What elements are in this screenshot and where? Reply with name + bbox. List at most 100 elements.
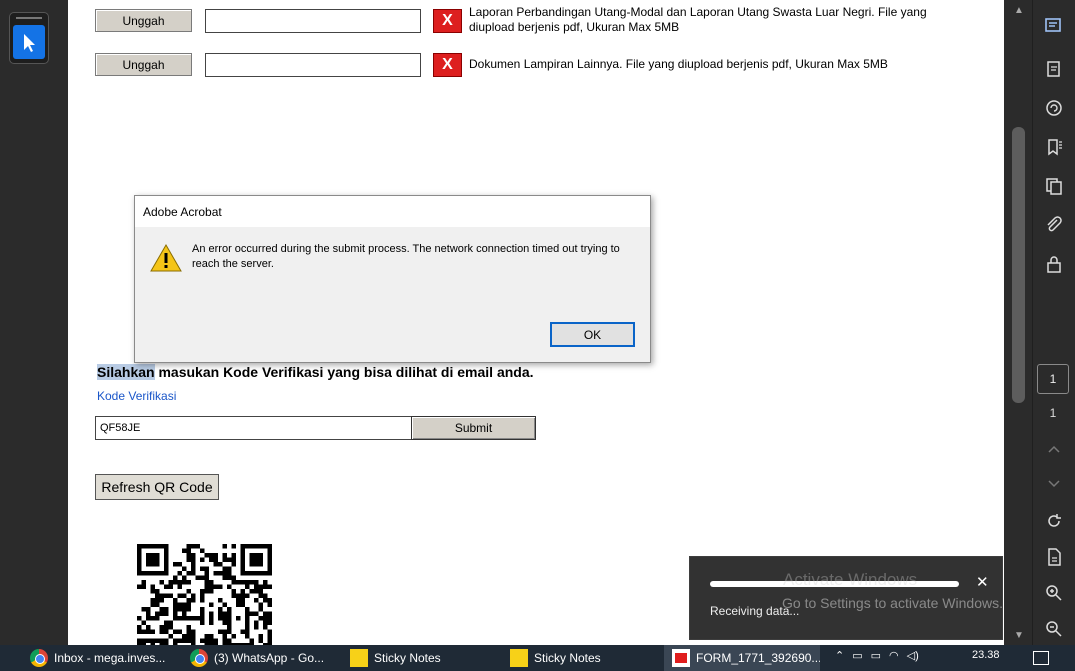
dialog-titlebar[interactable]: Adobe Acrobat bbox=[135, 196, 650, 227]
vertical-scrollbar[interactable]: ▲ ▼ bbox=[1004, 0, 1032, 645]
qr-module bbox=[159, 607, 164, 612]
notification-icon[interactable] bbox=[1033, 651, 1049, 665]
remove-file-button[interactable]: X bbox=[433, 53, 462, 77]
taskbar-item-label: Sticky Notes bbox=[534, 651, 601, 665]
qr-module bbox=[164, 584, 169, 589]
upload-row: Unggah X Laporan Perbandingan Utang-Moda… bbox=[68, 5, 1004, 49]
battery-icon[interactable]: ▭ bbox=[871, 649, 881, 662]
qr-module bbox=[164, 629, 169, 634]
qr-module bbox=[200, 589, 205, 594]
qr-module bbox=[200, 557, 205, 562]
chrome-icon bbox=[30, 649, 48, 667]
volume-icon[interactable]: ◁) bbox=[907, 649, 919, 662]
select-cursor-button[interactable] bbox=[13, 25, 45, 59]
qr-module bbox=[173, 638, 178, 643]
refresh-qr-button[interactable]: Refresh QR Code bbox=[95, 474, 219, 500]
submit-button[interactable]: Submit bbox=[411, 416, 536, 440]
qr-module bbox=[200, 548, 205, 553]
qr-module bbox=[164, 593, 169, 598]
zoom-in-icon[interactable] bbox=[1042, 581, 1066, 605]
taskbar-item-pdf-form[interactable]: FORM_1771_392690... bbox=[664, 645, 820, 671]
qr-module bbox=[164, 611, 169, 616]
zoom-out-icon[interactable] bbox=[1042, 617, 1066, 641]
taskbar-item-whatsapp[interactable]: (3) WhatsApp - Go... bbox=[190, 645, 340, 671]
selected-text[interactable]: Silahkan bbox=[97, 364, 155, 380]
cursor-icon bbox=[24, 34, 35, 52]
qr-module bbox=[204, 553, 209, 558]
upload-row: Unggah X Dokumen Lampiran Lainnya. File … bbox=[68, 53, 1004, 93]
scroll-thumb[interactable] bbox=[1012, 127, 1025, 403]
bookmark-icon[interactable] bbox=[1042, 135, 1066, 159]
page-size-icon[interactable] bbox=[1042, 545, 1066, 569]
qr-module bbox=[159, 580, 164, 585]
qr-module bbox=[209, 557, 214, 562]
chevron-down-icon[interactable] bbox=[1042, 471, 1066, 495]
qr-module bbox=[146, 625, 151, 630]
qr-module bbox=[146, 611, 151, 616]
qr-module bbox=[222, 629, 227, 634]
qr-module bbox=[231, 562, 236, 567]
wifi-icon[interactable]: ◠ bbox=[889, 649, 899, 662]
ok-button[interactable]: OK bbox=[550, 322, 635, 347]
activate-windows-subtitle: Go to Settings to activate Windows. bbox=[782, 595, 1003, 611]
qr-module bbox=[227, 566, 232, 571]
qr-module bbox=[267, 598, 272, 603]
comment-icon[interactable] bbox=[1042, 14, 1066, 38]
chevron-up-icon[interactable]: ⌃ bbox=[835, 649, 844, 662]
qr-module bbox=[155, 593, 160, 598]
qr-module bbox=[200, 638, 205, 643]
upload-file-field[interactable] bbox=[205, 9, 421, 33]
taskbar-item-label: Sticky Notes bbox=[374, 651, 441, 665]
qr-module bbox=[222, 602, 227, 607]
qr-module bbox=[245, 607, 250, 612]
qr-module bbox=[245, 593, 250, 598]
qr-module bbox=[191, 616, 196, 621]
qr-module bbox=[182, 607, 187, 612]
clock[interactable]: 23.38 bbox=[972, 649, 1000, 661]
attachment-icon[interactable] bbox=[1042, 213, 1066, 237]
qr-module bbox=[213, 562, 218, 567]
organize-pages-icon[interactable] bbox=[1042, 57, 1066, 81]
qr-module bbox=[267, 616, 272, 621]
scroll-down-icon[interactable]: ▼ bbox=[1014, 630, 1024, 641]
camera-icon[interactable]: ▭ bbox=[852, 649, 862, 662]
lock-icon[interactable] bbox=[1042, 252, 1066, 276]
qr-module bbox=[186, 638, 191, 643]
close-icon[interactable]: ✕ bbox=[976, 573, 989, 591]
qr-module bbox=[186, 602, 191, 607]
qr-module bbox=[141, 629, 146, 634]
qr-module bbox=[209, 620, 214, 625]
upload-button[interactable]: Unggah bbox=[95, 9, 192, 32]
taskbar-item-inbox[interactable]: Inbox - mega.inves... bbox=[30, 645, 180, 671]
qr-module bbox=[222, 634, 227, 639]
qr-module bbox=[245, 620, 250, 625]
qr-module bbox=[263, 625, 268, 630]
panel-grip[interactable] bbox=[16, 17, 42, 19]
taskbar-item-sticky-notes[interactable]: Sticky Notes bbox=[510, 645, 660, 671]
qr-module bbox=[240, 629, 245, 634]
qr-module bbox=[231, 557, 236, 562]
qr-module bbox=[222, 557, 227, 562]
verification-code-input[interactable]: QF58JE bbox=[95, 416, 412, 440]
remove-file-button[interactable]: X bbox=[433, 9, 462, 33]
warning-icon bbox=[150, 244, 182, 272]
qr-module bbox=[164, 638, 169, 643]
qr-module bbox=[168, 593, 173, 598]
rotate-icon[interactable] bbox=[1042, 509, 1066, 533]
upload-button[interactable]: Unggah bbox=[95, 53, 192, 76]
chevron-up-icon[interactable] bbox=[1042, 438, 1066, 462]
qr-module bbox=[182, 580, 187, 585]
qr-module bbox=[236, 602, 241, 607]
qr-module bbox=[236, 616, 241, 621]
qr-module bbox=[186, 553, 191, 558]
current-page-input[interactable]: 1 bbox=[1037, 364, 1069, 394]
qr-module bbox=[177, 584, 182, 589]
qr-module bbox=[155, 602, 160, 607]
copy-pages-icon[interactable] bbox=[1042, 174, 1066, 198]
upload-file-field[interactable] bbox=[205, 53, 421, 77]
scroll-up-icon[interactable]: ▲ bbox=[1014, 5, 1024, 16]
export-pdf-icon[interactable] bbox=[1042, 96, 1066, 120]
qr-module bbox=[227, 607, 232, 612]
taskbar-item-sticky-notes[interactable]: Sticky Notes bbox=[350, 645, 500, 671]
qr-module bbox=[155, 611, 160, 616]
